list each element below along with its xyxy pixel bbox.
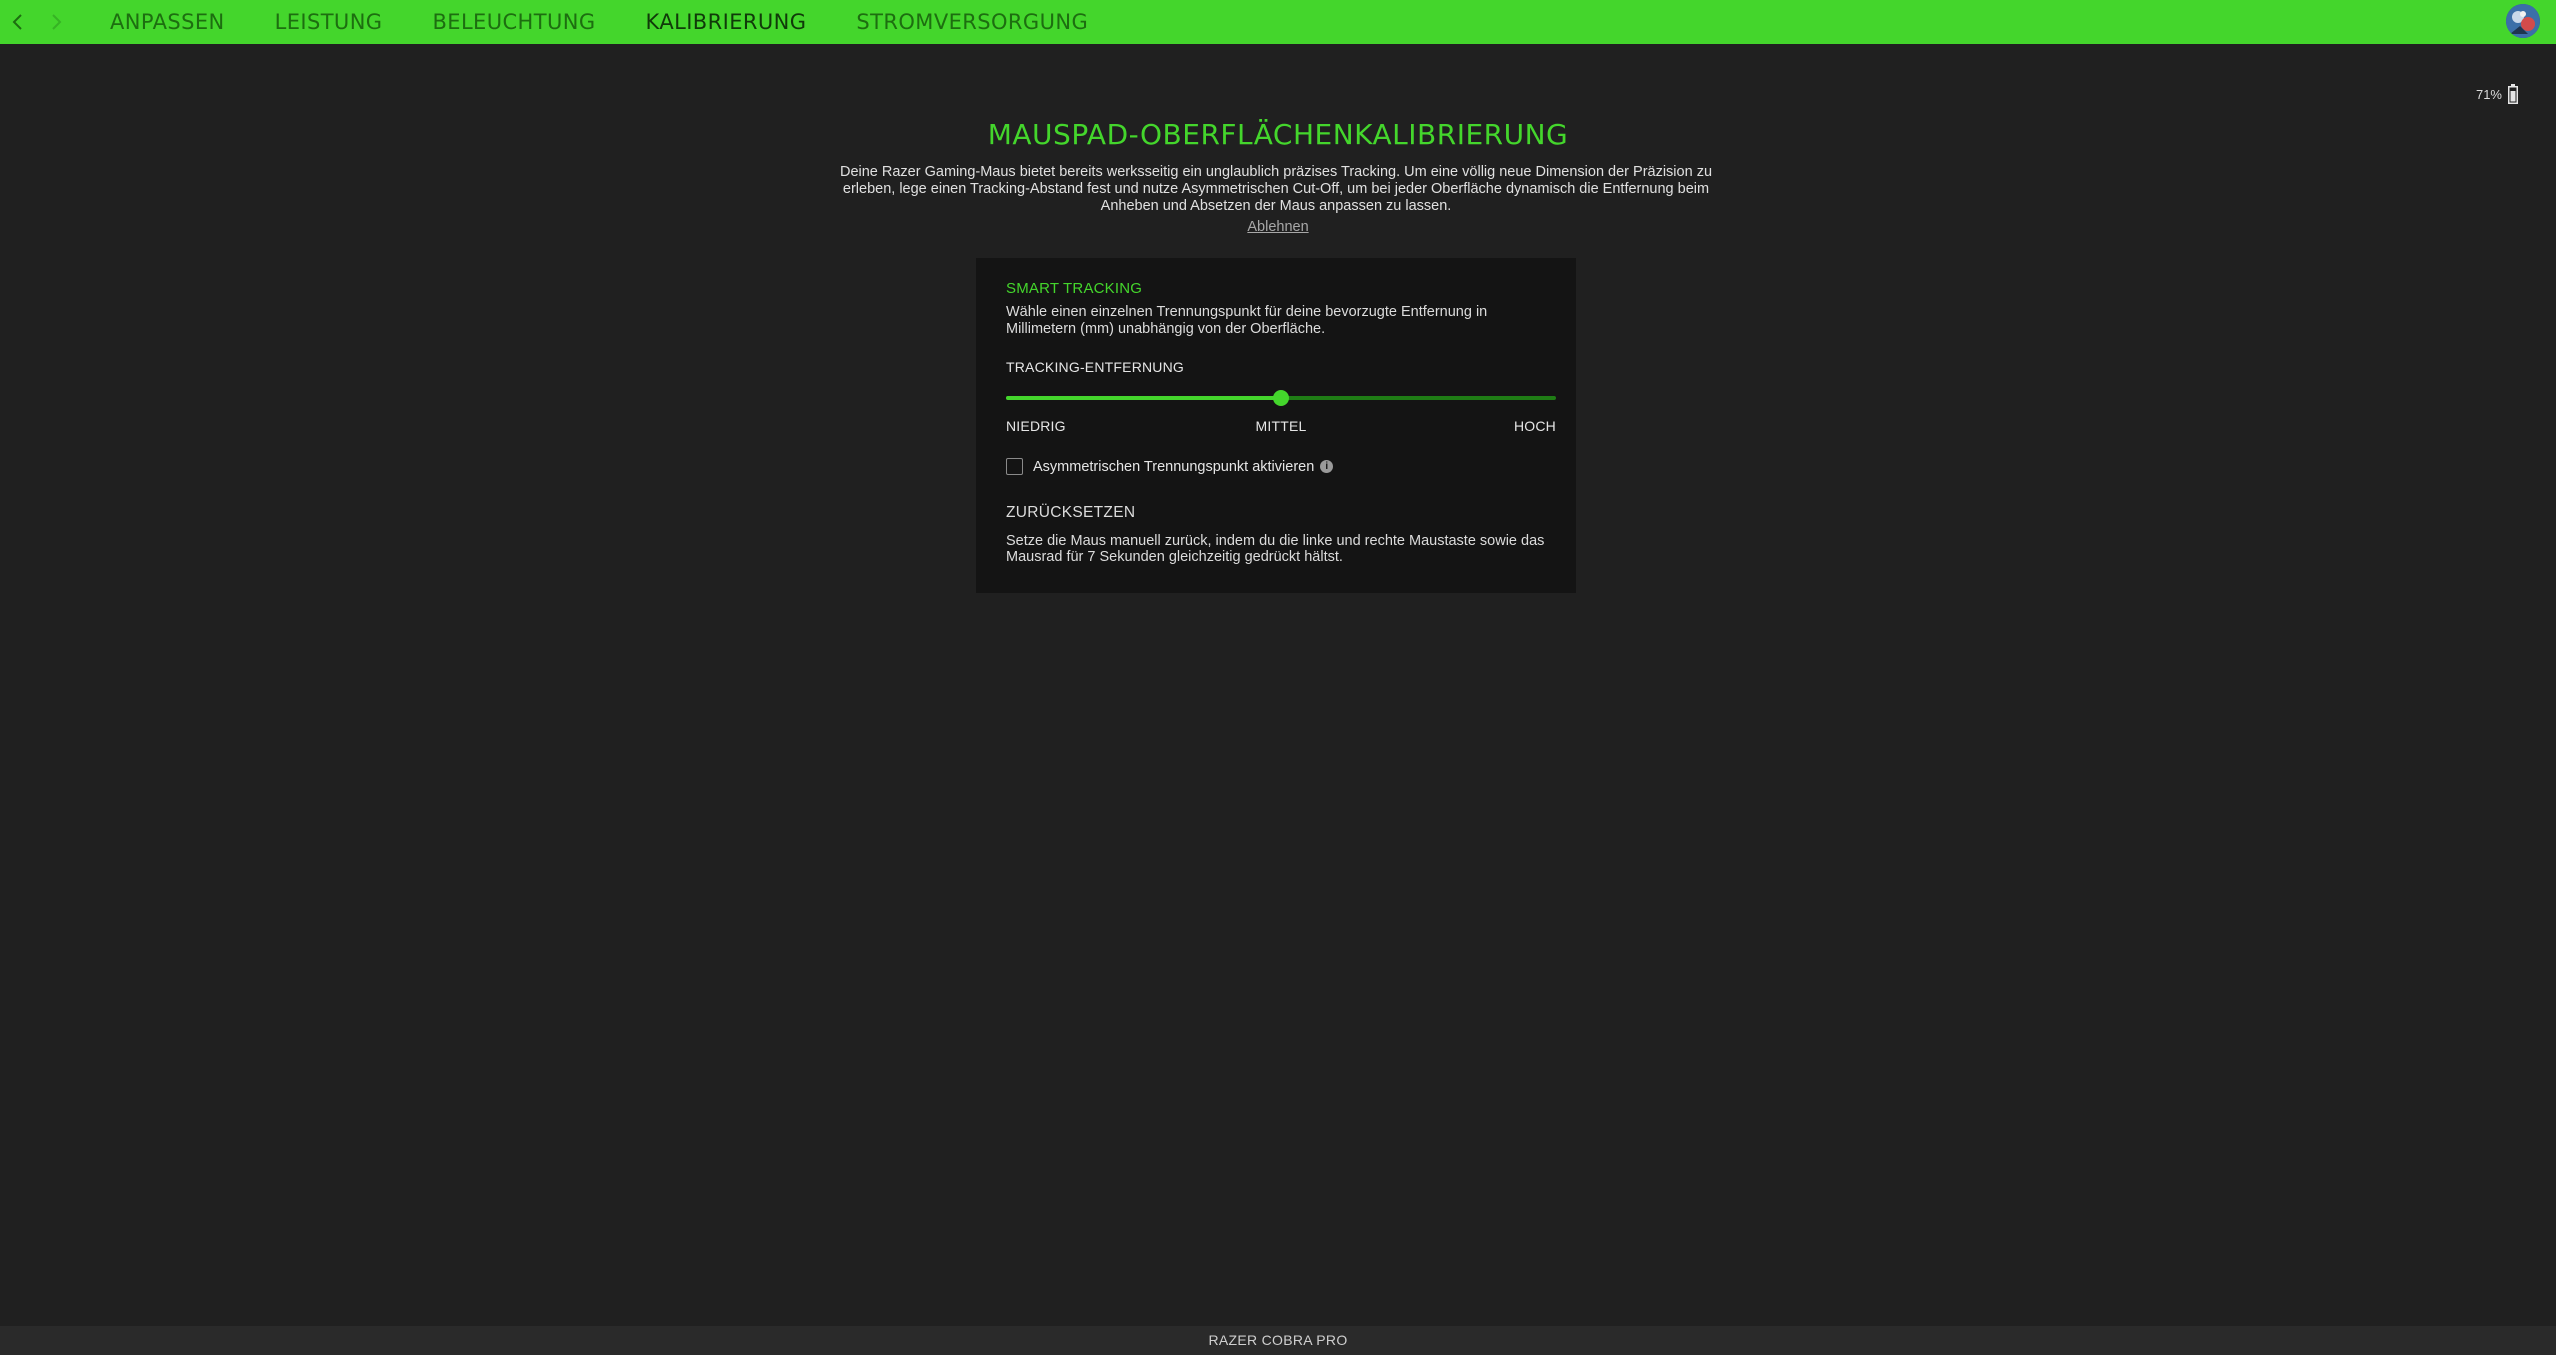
decline-row: Ablehnen: [0, 219, 2556, 235]
asymmetric-checkbox[interactable]: [1006, 458, 1023, 475]
tab-anpassen[interactable]: ANPASSEN: [110, 10, 225, 34]
battery-status: 71%: [2476, 84, 2518, 104]
back-button[interactable]: [2, 6, 34, 38]
chevron-left-icon: [12, 14, 22, 30]
chevron-right-icon: [52, 14, 62, 30]
asymmetric-checkbox-label[interactable]: Asymmetrischen Trennungspunkt aktivieren: [1033, 459, 1314, 475]
smart-tracking-title: SMART TRACKING: [1006, 280, 1143, 297]
device-footer: RAZER COBRA PRO: [0, 1326, 2556, 1355]
user-avatar[interactable]: [2506, 4, 2540, 38]
avatar-image: [2506, 4, 2540, 38]
tracking-distance-label: TRACKING-ENTFERNUNG: [1006, 359, 1185, 375]
tracking-distance-slider[interactable]: [1006, 390, 1556, 406]
tab-leistung[interactable]: LEISTUNG: [275, 10, 383, 34]
page-title: MAUSPAD-OBERFLÄCHENKALIBRIERUNG: [987, 118, 1569, 151]
slider-thumb[interactable]: [1273, 390, 1289, 406]
tab-beleuchtung[interactable]: BELEUCHTUNG: [432, 10, 595, 34]
tick-label-mid: MITTEL: [1255, 418, 1307, 434]
reset-description: Setze die Maus manuell zurück, indem du …: [1006, 533, 1545, 565]
decline-link[interactable]: Ablehnen: [1247, 219, 1308, 235]
top-nav-bar: ANPASSEN LEISTUNG BELEUCHTUNG KALIBRIERU…: [0, 0, 2556, 44]
tab-bar: ANPASSEN LEISTUNG BELEUCHTUNG KALIBRIERU…: [110, 0, 1138, 44]
tab-stromversorgung[interactable]: STROMVERSORGUNG: [856, 10, 1088, 34]
tick-label-low: NIEDRIG: [1006, 418, 1066, 434]
smart-tracking-description: Wähle einen einzelnen Trennungspunkt für…: [1006, 304, 1488, 337]
tab-kalibrierung[interactable]: KALIBRIERUNG: [646, 10, 807, 34]
page-description: Deine Razer Gaming-Maus bietet bereits w…: [839, 164, 1713, 214]
battery-percent: 71%: [2475, 86, 2502, 102]
slider-fill: [1006, 396, 1281, 400]
tick-label-high: HOCH: [1513, 418, 1556, 434]
reset-title: ZURÜCKSETZEN: [1006, 504, 1136, 521]
smart-tracking-card: SMART TRACKING Wähle einen einzelnen Tre…: [976, 258, 1576, 593]
forward-button[interactable]: [40, 6, 72, 38]
info-icon[interactable]: i: [1320, 460, 1334, 473]
battery-icon: [2508, 84, 2518, 104]
asymmetric-option: Asymmetrischen Trennungspunkt aktivieren…: [1006, 458, 1334, 475]
